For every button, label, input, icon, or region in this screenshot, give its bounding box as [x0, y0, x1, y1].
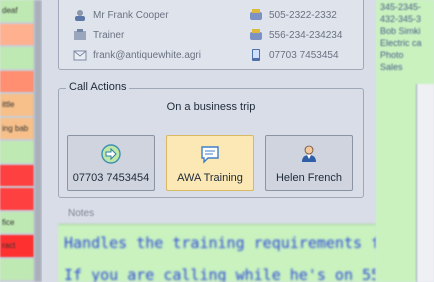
list-item[interactable]: ittle: [0, 94, 34, 116]
job-title-icon: [74, 29, 86, 40]
phone-icon: [250, 29, 262, 40]
list-item[interactable]: [0, 47, 34, 69]
call-colleague-button[interactable]: Helen French: [265, 135, 353, 191]
contact-detail-panel: Mr Frank Cooper Trainer frank@antiquewhi…: [42, 0, 376, 282]
list-item[interactable]: [0, 141, 34, 163]
left-record-list[interactable]: deaf ittle ing bab fice ract: [0, 0, 34, 282]
list-item[interactable]: deaf: [0, 0, 34, 22]
splitter[interactable]: [34, 0, 42, 282]
preview-text-line: Sales: [380, 62, 403, 72]
contact-info-box: Mr Frank Cooper Trainer frank@antiquewhi…: [58, 0, 364, 70]
phone-number-2[interactable]: 556-234-234234: [269, 30, 342, 41]
list-item[interactable]: ing bab: [0, 117, 34, 139]
notes-line-2: If you are calling while he's on 55: [64, 266, 376, 282]
list-item[interactable]: ract: [0, 235, 34, 257]
preview-text-line: Bob Simki: [380, 26, 421, 36]
mobile-phone-icon: [252, 49, 260, 61]
call-forward-icon: [101, 144, 121, 164]
list-item[interactable]: [0, 188, 34, 210]
preview-text-line: 432-345-3: [380, 14, 422, 24]
preview-text-line: Photo: [380, 50, 404, 60]
list-item[interactable]: [0, 23, 34, 45]
contact-title-row: Trainer: [73, 29, 124, 41]
contact-email-row[interactable]: frank@antiquewhite.agri: [73, 49, 201, 61]
list-item[interactable]: [0, 258, 34, 280]
phone-number-1[interactable]: 505-2322-2332: [269, 10, 337, 21]
email-icon: [73, 50, 87, 61]
contact-name-row: Mr Frank Cooper: [73, 9, 169, 21]
preview-text-line: 345-2345-: [380, 2, 422, 12]
contact-email[interactable]: frank@antiquewhite.agri: [93, 50, 201, 61]
call-actions-legend: Call Actions: [66, 81, 130, 93]
phone-row-1[interactable]: 505-2322-2332: [249, 9, 337, 21]
message-icon: [201, 146, 219, 164]
list-item[interactable]: [0, 70, 34, 92]
call-mobile-label: 07703 7453454: [72, 172, 150, 184]
call-mobile-button[interactable]: 07703 7453454: [67, 135, 155, 191]
mobile-number[interactable]: 07703 7453454: [269, 50, 339, 61]
phone-icon: [250, 9, 262, 20]
person-icon: [75, 10, 85, 21]
notes-label: Notes: [68, 208, 95, 219]
contact-title: Trainer: [93, 29, 125, 41]
mobile-row[interactable]: 07703 7453454: [249, 49, 339, 61]
right-preview-panel: 345-2345- 432-345-3 Bob Simki Electric ca Ph…: [376, 0, 434, 282]
availability-status: On a business trip: [166, 101, 256, 113]
phone-row-2[interactable]: 556-234-234234: [249, 29, 342, 41]
notes-line-1: Handles the training requirements for: [64, 234, 376, 252]
message-label: AWA Training: [177, 172, 243, 184]
call-colleague-label: Helen French: [275, 172, 343, 184]
contact-name: Mr Frank Cooper: [93, 9, 169, 21]
person-icon: [302, 145, 316, 162]
preview-text-line: Electric ca: [380, 38, 422, 48]
notes-textarea[interactable]: Handles the training requirements for If…: [58, 224, 376, 282]
message-button[interactable]: AWA Training: [166, 135, 254, 191]
list-item[interactable]: fice: [0, 211, 34, 233]
overlay-panel-edge: [416, 84, 434, 282]
list-item[interactable]: [0, 164, 34, 186]
